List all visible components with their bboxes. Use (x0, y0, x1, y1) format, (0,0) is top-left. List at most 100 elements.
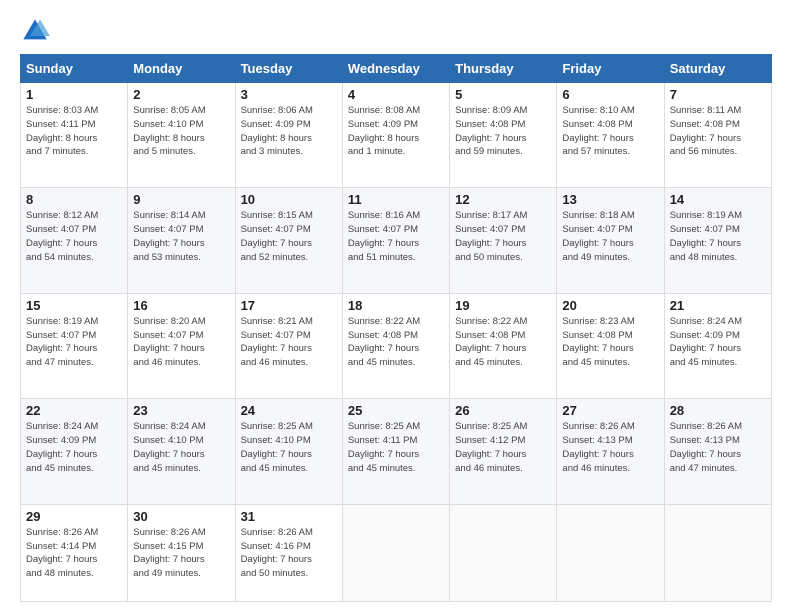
calendar-header-thursday: Thursday (450, 55, 557, 83)
calendar-week-2: 8 Sunrise: 8:12 AMSunset: 4:07 PMDayligh… (21, 188, 772, 293)
day-number: 11 (348, 192, 444, 207)
calendar-cell: 17 Sunrise: 8:21 AMSunset: 4:07 PMDaylig… (235, 293, 342, 398)
day-info: Sunrise: 8:24 AMSunset: 4:10 PMDaylight:… (133, 420, 229, 475)
day-number: 23 (133, 403, 229, 418)
day-info: Sunrise: 8:06 AMSunset: 4:09 PMDaylight:… (241, 104, 337, 159)
calendar-cell: 14 Sunrise: 8:19 AMSunset: 4:07 PMDaylig… (664, 188, 771, 293)
day-info: Sunrise: 8:03 AMSunset: 4:11 PMDaylight:… (26, 104, 122, 159)
day-info: Sunrise: 8:15 AMSunset: 4:07 PMDaylight:… (241, 209, 337, 264)
day-info: Sunrise: 8:17 AMSunset: 4:07 PMDaylight:… (455, 209, 551, 264)
day-info: Sunrise: 8:24 AMSunset: 4:09 PMDaylight:… (670, 315, 766, 370)
day-number: 15 (26, 298, 122, 313)
day-number: 1 (26, 87, 122, 102)
day-info: Sunrise: 8:16 AMSunset: 4:07 PMDaylight:… (348, 209, 444, 264)
calendar-cell: 29 Sunrise: 8:26 AMSunset: 4:14 PMDaylig… (21, 504, 128, 601)
day-number: 9 (133, 192, 229, 207)
day-info: Sunrise: 8:09 AMSunset: 4:08 PMDaylight:… (455, 104, 551, 159)
day-number: 22 (26, 403, 122, 418)
day-number: 18 (348, 298, 444, 313)
calendar-cell: 10 Sunrise: 8:15 AMSunset: 4:07 PMDaylig… (235, 188, 342, 293)
day-number: 20 (562, 298, 658, 313)
day-number: 21 (670, 298, 766, 313)
day-number: 29 (26, 509, 122, 524)
day-info: Sunrise: 8:12 AMSunset: 4:07 PMDaylight:… (26, 209, 122, 264)
calendar-cell: 5 Sunrise: 8:09 AMSunset: 4:08 PMDayligh… (450, 83, 557, 188)
day-number: 5 (455, 87, 551, 102)
day-info: Sunrise: 8:05 AMSunset: 4:10 PMDaylight:… (133, 104, 229, 159)
day-number: 27 (562, 403, 658, 418)
calendar-cell (557, 504, 664, 601)
calendar-cell: 24 Sunrise: 8:25 AMSunset: 4:10 PMDaylig… (235, 399, 342, 504)
day-number: 28 (670, 403, 766, 418)
day-number: 13 (562, 192, 658, 207)
day-number: 26 (455, 403, 551, 418)
calendar-header-monday: Monday (128, 55, 235, 83)
day-number: 19 (455, 298, 551, 313)
calendar-cell: 12 Sunrise: 8:17 AMSunset: 4:07 PMDaylig… (450, 188, 557, 293)
day-info: Sunrise: 8:22 AMSunset: 4:08 PMDaylight:… (348, 315, 444, 370)
day-number: 12 (455, 192, 551, 207)
day-info: Sunrise: 8:26 AMSunset: 4:15 PMDaylight:… (133, 526, 229, 581)
calendar-cell: 22 Sunrise: 8:24 AMSunset: 4:09 PMDaylig… (21, 399, 128, 504)
day-number: 10 (241, 192, 337, 207)
calendar-table: SundayMondayTuesdayWednesdayThursdayFrid… (20, 54, 772, 602)
calendar-cell: 28 Sunrise: 8:26 AMSunset: 4:13 PMDaylig… (664, 399, 771, 504)
day-info: Sunrise: 8:24 AMSunset: 4:09 PMDaylight:… (26, 420, 122, 475)
calendar-cell: 19 Sunrise: 8:22 AMSunset: 4:08 PMDaylig… (450, 293, 557, 398)
page: SundayMondayTuesdayWednesdayThursdayFrid… (0, 0, 792, 612)
calendar-cell (664, 504, 771, 601)
calendar-week-1: 1 Sunrise: 8:03 AMSunset: 4:11 PMDayligh… (21, 83, 772, 188)
day-info: Sunrise: 8:26 AMSunset: 4:16 PMDaylight:… (241, 526, 337, 581)
calendar-cell: 16 Sunrise: 8:20 AMSunset: 4:07 PMDaylig… (128, 293, 235, 398)
calendar-cell: 20 Sunrise: 8:23 AMSunset: 4:08 PMDaylig… (557, 293, 664, 398)
day-number: 4 (348, 87, 444, 102)
day-info: Sunrise: 8:19 AMSunset: 4:07 PMDaylight:… (26, 315, 122, 370)
day-number: 17 (241, 298, 337, 313)
day-number: 16 (133, 298, 229, 313)
day-info: Sunrise: 8:25 AMSunset: 4:12 PMDaylight:… (455, 420, 551, 475)
calendar-cell: 15 Sunrise: 8:19 AMSunset: 4:07 PMDaylig… (21, 293, 128, 398)
calendar-cell: 1 Sunrise: 8:03 AMSunset: 4:11 PMDayligh… (21, 83, 128, 188)
calendar-cell: 26 Sunrise: 8:25 AMSunset: 4:12 PMDaylig… (450, 399, 557, 504)
calendar-cell: 30 Sunrise: 8:26 AMSunset: 4:15 PMDaylig… (128, 504, 235, 601)
day-number: 24 (241, 403, 337, 418)
day-number: 6 (562, 87, 658, 102)
header (20, 16, 772, 46)
day-info: Sunrise: 8:26 AMSunset: 4:13 PMDaylight:… (670, 420, 766, 475)
calendar-cell: 18 Sunrise: 8:22 AMSunset: 4:08 PMDaylig… (342, 293, 449, 398)
day-info: Sunrise: 8:21 AMSunset: 4:07 PMDaylight:… (241, 315, 337, 370)
day-info: Sunrise: 8:26 AMSunset: 4:13 PMDaylight:… (562, 420, 658, 475)
day-number: 14 (670, 192, 766, 207)
calendar-header-row: SundayMondayTuesdayWednesdayThursdayFrid… (21, 55, 772, 83)
calendar-cell: 8 Sunrise: 8:12 AMSunset: 4:07 PMDayligh… (21, 188, 128, 293)
calendar-cell: 6 Sunrise: 8:10 AMSunset: 4:08 PMDayligh… (557, 83, 664, 188)
logo-icon (20, 16, 50, 46)
calendar-cell: 13 Sunrise: 8:18 AMSunset: 4:07 PMDaylig… (557, 188, 664, 293)
day-number: 2 (133, 87, 229, 102)
calendar-cell: 9 Sunrise: 8:14 AMSunset: 4:07 PMDayligh… (128, 188, 235, 293)
calendar-week-3: 15 Sunrise: 8:19 AMSunset: 4:07 PMDaylig… (21, 293, 772, 398)
day-info: Sunrise: 8:10 AMSunset: 4:08 PMDaylight:… (562, 104, 658, 159)
calendar-header-sunday: Sunday (21, 55, 128, 83)
day-number: 7 (670, 87, 766, 102)
calendar-header-friday: Friday (557, 55, 664, 83)
calendar-cell: 21 Sunrise: 8:24 AMSunset: 4:09 PMDaylig… (664, 293, 771, 398)
day-number: 8 (26, 192, 122, 207)
calendar-cell: 25 Sunrise: 8:25 AMSunset: 4:11 PMDaylig… (342, 399, 449, 504)
day-info: Sunrise: 8:18 AMSunset: 4:07 PMDaylight:… (562, 209, 658, 264)
calendar-cell: 23 Sunrise: 8:24 AMSunset: 4:10 PMDaylig… (128, 399, 235, 504)
day-info: Sunrise: 8:22 AMSunset: 4:08 PMDaylight:… (455, 315, 551, 370)
logo (20, 16, 54, 46)
day-info: Sunrise: 8:08 AMSunset: 4:09 PMDaylight:… (348, 104, 444, 159)
day-info: Sunrise: 8:26 AMSunset: 4:14 PMDaylight:… (26, 526, 122, 581)
calendar-header-saturday: Saturday (664, 55, 771, 83)
calendar-cell: 4 Sunrise: 8:08 AMSunset: 4:09 PMDayligh… (342, 83, 449, 188)
day-info: Sunrise: 8:19 AMSunset: 4:07 PMDaylight:… (670, 209, 766, 264)
calendar-cell: 27 Sunrise: 8:26 AMSunset: 4:13 PMDaylig… (557, 399, 664, 504)
calendar-cell (450, 504, 557, 601)
day-info: Sunrise: 8:25 AMSunset: 4:11 PMDaylight:… (348, 420, 444, 475)
day-number: 3 (241, 87, 337, 102)
calendar-cell: 7 Sunrise: 8:11 AMSunset: 4:08 PMDayligh… (664, 83, 771, 188)
day-info: Sunrise: 8:20 AMSunset: 4:07 PMDaylight:… (133, 315, 229, 370)
calendar-week-4: 22 Sunrise: 8:24 AMSunset: 4:09 PMDaylig… (21, 399, 772, 504)
